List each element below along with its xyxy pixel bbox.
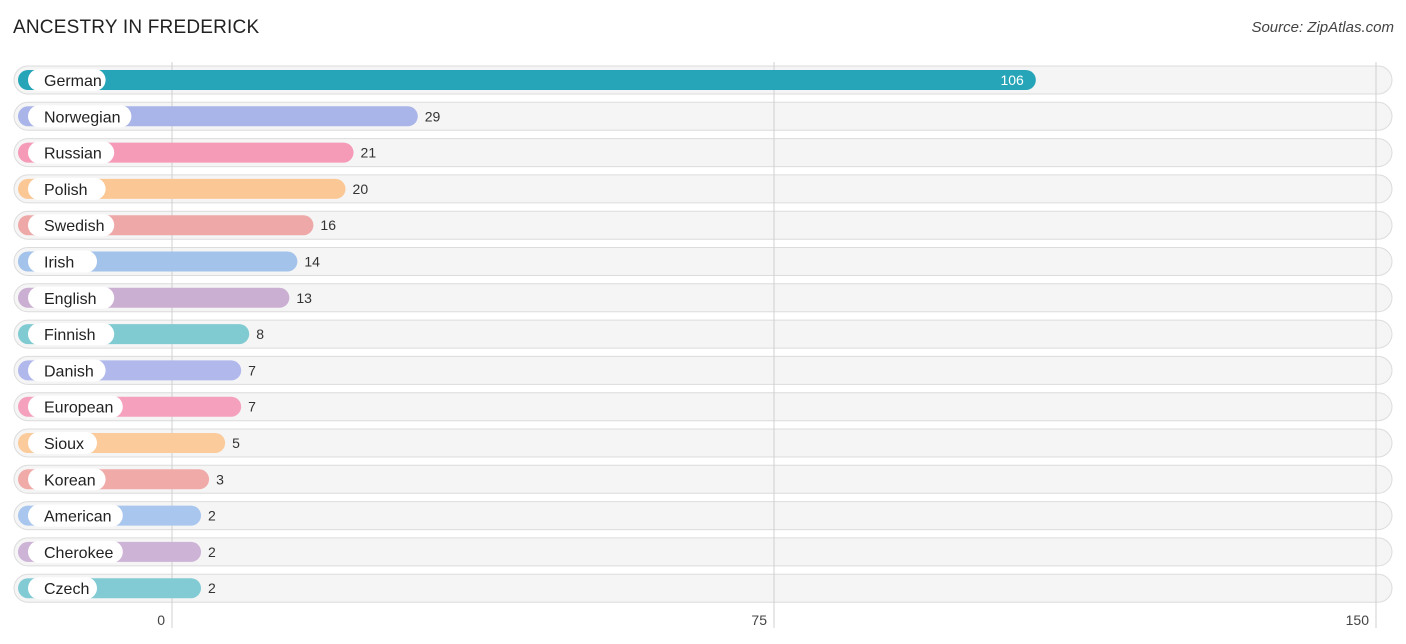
value-label: 5: [232, 435, 240, 451]
category-label: American: [44, 509, 112, 526]
x-tick-label: 75: [751, 612, 767, 628]
value-label: 2: [208, 508, 216, 524]
category-label: Czech: [44, 581, 89, 598]
bar-row: Finnish 8: [18, 323, 264, 346]
row-background: [13, 537, 1393, 567]
bar-row: Norwegian 29: [18, 105, 441, 128]
category-label: Swedish: [44, 218, 104, 235]
value-label: 13: [296, 290, 312, 306]
bar-row: American 2: [18, 504, 216, 527]
bar-row: Irish 14: [18, 250, 320, 273]
value-label: 106: [1000, 72, 1024, 88]
row-background: [13, 501, 1393, 531]
x-tick-label: 0: [157, 612, 165, 628]
bar-row: Russian 21: [18, 141, 377, 164]
bar-row: Cherokee 2: [18, 540, 216, 563]
value-label: 3: [216, 471, 224, 487]
category-label: Polish: [44, 182, 88, 199]
category-label: Irish: [44, 255, 74, 272]
bar-row: Danish 7: [18, 359, 256, 382]
category-label: Russian: [44, 146, 102, 163]
bar-row: Korean 3: [18, 468, 224, 491]
bar-row: Polish 20: [18, 177, 369, 200]
category-label: English: [44, 291, 96, 308]
bar: [18, 70, 1036, 90]
value-label: 7: [248, 399, 256, 415]
category-label: European: [44, 400, 113, 417]
category-label: German: [44, 73, 102, 90]
row-background: [13, 573, 1393, 603]
bar-row: European 7: [18, 395, 256, 418]
category-label: Korean: [44, 472, 96, 489]
category-label: Cherokee: [44, 545, 113, 562]
bar-row: Czech 2: [18, 577, 216, 600]
category-label: Sioux: [44, 436, 84, 453]
value-label: 16: [320, 217, 336, 233]
category-label: Finnish: [44, 327, 96, 344]
value-label: 2: [208, 580, 216, 596]
bar-row: English 13: [18, 286, 312, 309]
value-label: 20: [353, 181, 369, 197]
value-label: 14: [304, 254, 320, 270]
bar-row: Swedish 16: [18, 214, 336, 237]
category-label: Norwegian: [44, 109, 120, 126]
value-label: 7: [248, 362, 256, 378]
value-label: 29: [425, 108, 441, 124]
x-tick-label: 150: [1346, 612, 1370, 628]
value-label: 2: [208, 544, 216, 560]
value-label: 8: [256, 326, 264, 342]
bar-row: German 106: [18, 69, 1036, 91]
bar-chart: German 106Norwegian 29Russian 21Polish 20Swe…: [13, 62, 1393, 628]
bar-row: Sioux 5: [18, 432, 240, 454]
value-label: 21: [361, 145, 377, 161]
category-label: Danish: [44, 363, 94, 380]
